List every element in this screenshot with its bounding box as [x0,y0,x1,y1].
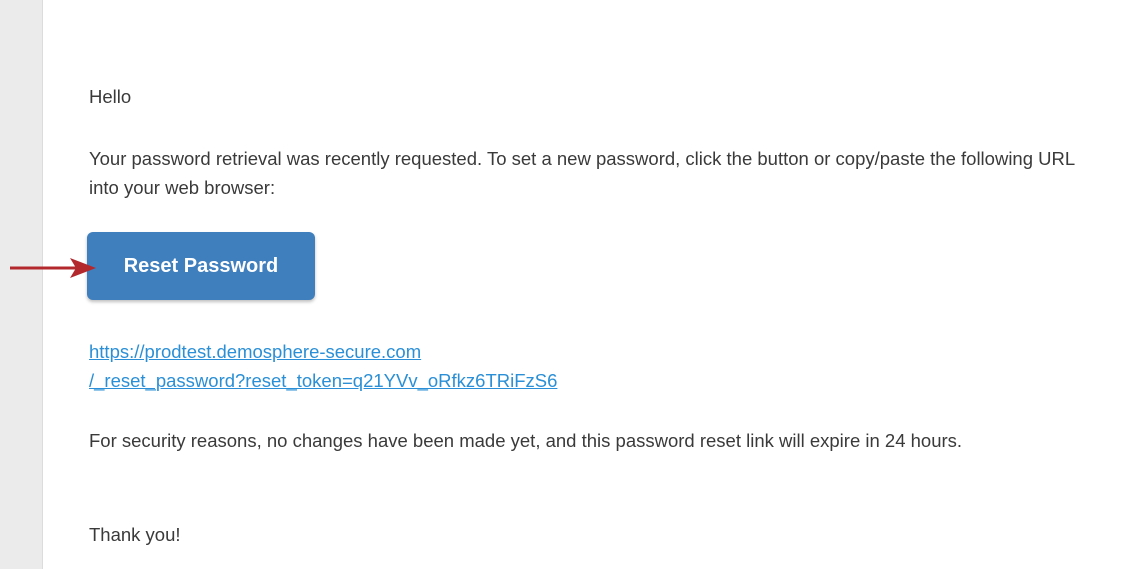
closing-text: Thank you! [89,524,181,545]
reset-password-button[interactable]: Reset Password [87,232,315,300]
reset-password-link[interactable]: https://prodtest.demosphere-secure.com /… [89,337,557,395]
reset-link-line1: https://prodtest.demosphere-secure.com [89,341,422,362]
security-note-text: For security reasons, no changes have be… [89,430,963,451]
intro-text: Your password retrieval was recently req… [89,148,1075,198]
greeting-text: Hello [89,86,132,107]
red-arrow-icon [10,258,96,278]
reset-link-line2: /_reset_password?reset_token=q21YVv_oRfk… [89,370,558,391]
left-gutter [0,0,43,569]
email-body: Hello Your password retrieval was recent… [87,0,1119,569]
